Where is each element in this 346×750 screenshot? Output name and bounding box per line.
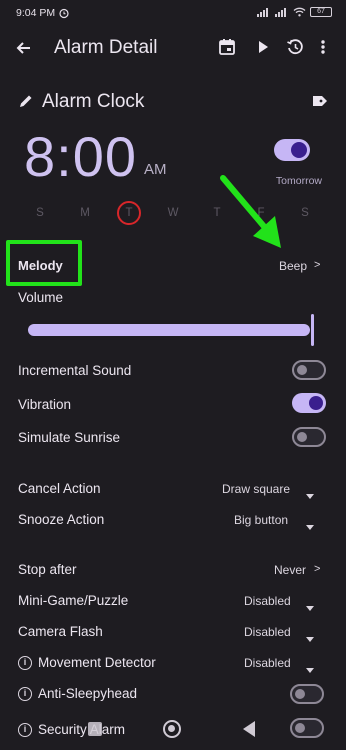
movement-detector-label: Movement Detector: [38, 655, 156, 670]
status-time: 9:04 PM: [16, 7, 56, 19]
day-tuesday[interactable]: T: [117, 201, 141, 225]
home-icon[interactable]: [163, 720, 181, 738]
melody-label[interactable]: Melody: [18, 258, 63, 273]
system-nav-bar: [0, 710, 346, 750]
toggle-knob: [297, 365, 307, 375]
anti-sleepyhead-label: Anti-Sleepyhead: [38, 686, 138, 701]
toggle-knob: [295, 689, 305, 699]
status-icons: 67: [257, 7, 332, 17]
volume-label: Volume: [18, 290, 64, 305]
melody-value[interactable]: Beep: [279, 259, 307, 273]
app-bar: Alarm Detail: [0, 26, 346, 70]
info-icon[interactable]: i: [18, 687, 32, 701]
recents-icon[interactable]: [88, 722, 102, 736]
stop-after-value[interactable]: Never: [274, 563, 306, 577]
incremental-sound-label: Incremental Sound: [18, 363, 132, 378]
alarm-clock-icon: [58, 6, 70, 24]
chevron-down-icon[interactable]: [306, 629, 314, 647]
back-arrow-icon[interactable]: [14, 38, 34, 63]
stop-after-label: Stop after: [18, 562, 77, 577]
info-icon[interactable]: i: [18, 656, 32, 670]
pencil-icon: [18, 93, 34, 114]
volume-slider-track[interactable]: [28, 324, 310, 336]
label-tag-icon[interactable]: [312, 94, 328, 113]
chevron-down-icon[interactable]: [306, 598, 314, 616]
cancel-action-value[interactable]: Draw square: [222, 482, 290, 496]
toggle-knob: [291, 142, 307, 158]
chevron-down-icon[interactable]: [306, 486, 314, 504]
simulate-sunrise-toggle[interactable]: [292, 427, 326, 447]
alarm-name-row[interactable]: Alarm Clock: [18, 88, 328, 116]
chevron-down-icon[interactable]: [306, 660, 314, 678]
wifi-icon: [293, 7, 306, 17]
annotation-arrow-icon: [220, 175, 281, 248]
alarm-enabled-toggle[interactable]: [274, 139, 310, 161]
play-icon[interactable]: [254, 38, 272, 61]
signal-icon: [257, 7, 268, 17]
toggle-knob: [309, 396, 323, 410]
volume-slider-thumb[interactable]: [311, 314, 314, 346]
snooze-action-label: Snooze Action: [18, 512, 105, 527]
simulate-sunrise-label: Simulate Sunrise: [18, 430, 121, 445]
anti-sleepyhead-toggle[interactable]: [290, 684, 324, 704]
vibration-label: Vibration: [18, 397, 72, 412]
toggle-knob: [297, 432, 307, 442]
signal-2-icon: [275, 7, 286, 17]
cancel-action-label: Cancel Action: [18, 481, 101, 496]
alarm-name[interactable]: Alarm Clock: [42, 91, 144, 113]
vibration-toggle[interactable]: [292, 393, 326, 413]
calendar-icon[interactable]: [218, 38, 236, 61]
mini-game-label: Mini-Game/Puzzle: [18, 593, 129, 608]
snooze-action-value[interactable]: Big button: [234, 513, 288, 527]
camera-flash-label: Camera Flash: [18, 624, 103, 639]
day-wednesday[interactable]: W: [161, 201, 185, 225]
day-sunday[interactable]: S: [28, 201, 52, 225]
alarm-ampm[interactable]: AM: [144, 161, 167, 178]
page-title: Alarm Detail: [54, 37, 158, 58]
day-saturday[interactable]: S: [293, 201, 317, 225]
melody-chevron[interactable]: >: [314, 259, 320, 271]
day-monday[interactable]: M: [73, 201, 97, 225]
incremental-sound-toggle[interactable]: [292, 360, 326, 380]
stop-after-chevron[interactable]: >: [314, 563, 320, 575]
alarm-time[interactable]: 8:00: [24, 124, 137, 189]
movement-detector-value[interactable]: Disabled: [244, 656, 291, 670]
camera-flash-value[interactable]: Disabled: [244, 625, 291, 639]
more-options-icon[interactable]: [318, 38, 328, 61]
battery-icon: 67: [310, 7, 332, 17]
mini-game-value[interactable]: Disabled: [244, 594, 291, 608]
nav-back-icon[interactable]: [243, 721, 255, 737]
chevron-down-icon[interactable]: [306, 517, 314, 535]
status-bar: 9:04 PM 67: [0, 0, 346, 26]
history-icon[interactable]: [286, 38, 304, 61]
